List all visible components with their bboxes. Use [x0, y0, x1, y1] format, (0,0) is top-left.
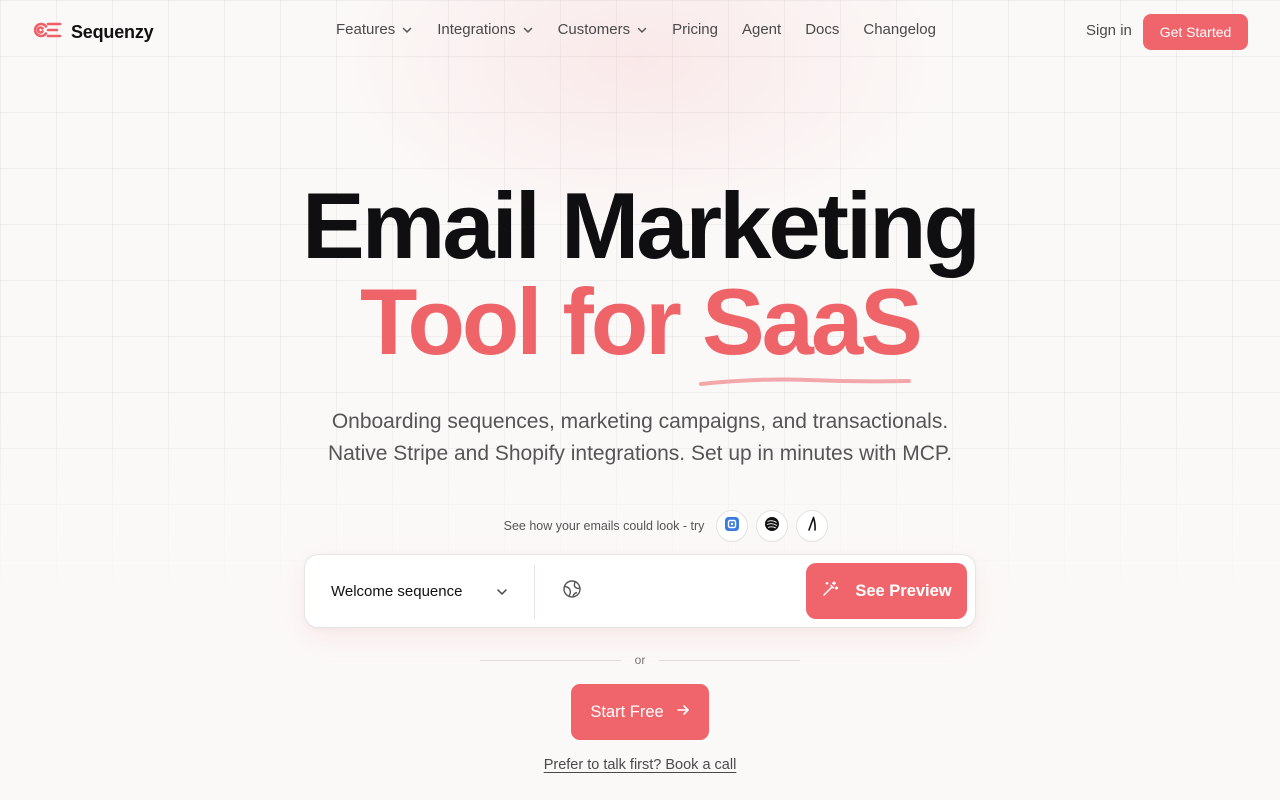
hero-subtitle: Onboarding sequences, marketing campaign… [0, 406, 1280, 470]
try-examples-text: See how your emails could look - try [503, 519, 705, 533]
start-free-button[interactable]: Start Free [571, 684, 709, 740]
try-examples-row: See how your emails could look - try [0, 510, 1280, 542]
nav-label: Integrations [437, 21, 516, 38]
example-brand-1-button[interactable] [716, 510, 749, 542]
nav-docs[interactable]: Docs [805, 21, 839, 38]
nav-features[interactable]: Features [336, 21, 413, 38]
hero-title-accent: SaaS [698, 274, 923, 386]
nav-label: Pricing [672, 21, 718, 38]
magic-wand-icon [821, 580, 839, 603]
example-brand-1-icon [724, 516, 740, 537]
nav-agent[interactable]: Agent [742, 21, 781, 38]
background-grid [0, 0, 1280, 800]
nav-label: Features [336, 21, 396, 38]
chevron-down-icon [522, 24, 534, 36]
separator-line [659, 659, 801, 661]
hero-subtitle-line-2: Native Stripe and Shopify integrations. … [327, 442, 953, 465]
chevron-down-icon [495, 585, 509, 603]
example-brand-3-button[interactable] [796, 510, 829, 542]
site-header: Sequenzy Features Integrations Customers… [0, 0, 1280, 62]
website-url-input[interactable] [590, 571, 805, 611]
brand-logo-link[interactable]: Sequenzy [32, 18, 154, 47]
or-separator: or [480, 651, 801, 669]
globe-icon [562, 579, 582, 604]
see-preview-label: See Preview [855, 581, 952, 600]
book-call-row: Prefer to talk first? Book a call [0, 757, 1280, 773]
arrow-right-icon [676, 703, 690, 722]
separator-line [480, 659, 621, 661]
example-brand-2-button[interactable] [756, 510, 789, 542]
hero-title-prefix: Tool for [360, 269, 702, 374]
example-brand-2-icon [764, 516, 780, 537]
book-call-link[interactable]: Prefer to talk first? Book a call [544, 757, 737, 773]
sequence-select-value: Welcome sequence [331, 582, 463, 600]
nav-changelog[interactable]: Changelog [863, 21, 936, 38]
hero-title-line-1: Email Marketing [302, 173, 981, 278]
website-url-field [535, 555, 805, 627]
chevron-down-icon [401, 24, 413, 36]
nav-label: Changelog [863, 21, 936, 38]
main-nav: Features Integrations Customers Pricing … [336, 21, 936, 38]
or-text: or [634, 653, 646, 667]
hero-subtitle-line-1: Onboarding sequences, marketing campaign… [331, 410, 949, 433]
sign-in-link[interactable]: Sign in [1086, 22, 1132, 39]
sequence-select[interactable]: Welcome sequence [305, 555, 534, 627]
nav-label: Docs [805, 21, 840, 38]
nav-label: Agent [741, 21, 782, 38]
sequenzy-logo-icon [32, 18, 62, 47]
chevron-down-icon [636, 24, 648, 36]
preview-form: Welcome sequence See Preview [304, 554, 976, 628]
hero-title-line-2: Tool for SaaS [0, 274, 1280, 386]
nav-label: Customers [557, 21, 631, 38]
example-brand-3-icon [804, 516, 820, 537]
nav-customers[interactable]: Customers [558, 21, 649, 38]
get-started-button[interactable]: Get Started [1143, 14, 1248, 50]
hero-title-accent-text: SaaS [701, 269, 923, 374]
nav-integrations[interactable]: Integrations [437, 21, 533, 38]
start-free-label: Start Free [590, 702, 664, 721]
brand-name: Sequenzy [71, 22, 154, 42]
see-preview-button[interactable]: See Preview [806, 563, 967, 619]
nav-pricing[interactable]: Pricing [672, 21, 718, 38]
hand-drawn-underline [698, 377, 911, 386]
